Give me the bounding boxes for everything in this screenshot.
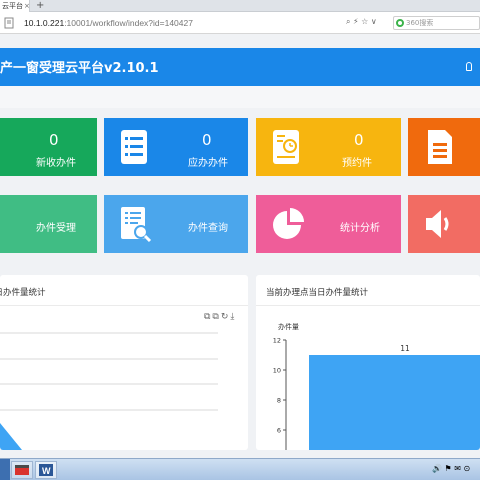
sub-bar: [0, 86, 480, 108]
search-input[interactable]: 360搜索: [393, 16, 480, 30]
tile-appointment[interactable]: 0 预约件: [256, 118, 401, 176]
tile-query[interactable]: 办件查询: [104, 195, 248, 253]
screen: 云平台 × + 10.1.0.221:10001/workflow/index?…: [0, 0, 480, 480]
taskbar-app-1[interactable]: [11, 461, 33, 479]
svg-text:W: W: [42, 466, 51, 476]
address-bar-icons[interactable]: ⌕ ⚡ ☆ ∨: [346, 17, 377, 27]
tile-statistics[interactable]: 统计分析: [256, 195, 401, 253]
tile-label: 应办办件: [188, 158, 228, 169]
tile-count: 0: [354, 131, 364, 149]
panel-site-daily-count: 当前办理点当日办件量统计 办件量 121086411: [256, 275, 480, 450]
browser-tab[interactable]: 云平台 ×: [0, 0, 30, 12]
url-field[interactable]: 10.1.0.221:10001/workflow/index?id=14042…: [24, 17, 193, 29]
panel-title: 当日办件量统计: [0, 288, 46, 298]
document-clock-icon: [273, 130, 299, 164]
app-title: 移动产一窗受理云平台v2.10.1: [0, 61, 159, 76]
bar-chart: 办件量 121086411: [273, 322, 480, 450]
tile-accept[interactable]: 办件受理: [0, 195, 97, 253]
left-chart-area: [0, 332, 218, 450]
browser-tab-strip: 云平台 × +: [0, 0, 480, 12]
bar[interactable]: [309, 355, 480, 450]
system-tray[interactable]: 🔊 ⚑ ✉ ⊙: [432, 464, 470, 473]
app-header: 移动产一窗受理云平台v2.10.1: [0, 48, 480, 86]
y-axis-label: 办件量: [278, 322, 299, 331]
tile-label: 办件查询: [188, 223, 228, 234]
document-search-icon: [121, 207, 152, 243]
bar-value-label: 11: [400, 344, 410, 353]
close-tab-icon[interactable]: ×: [24, 0, 29, 12]
speaker-icon: [426, 210, 449, 238]
word-app-icon: W: [39, 464, 53, 476]
tile-label: 预约件: [342, 158, 372, 169]
tile-orange[interactable]: [408, 118, 480, 176]
address-bar: 10.1.0.221:10001/workflow/index?id=14042…: [0, 12, 480, 34]
chart-toolbox-icons[interactable]: ⧉⧉↻⤓: [204, 312, 236, 322]
tile-label: 新收办件: [36, 158, 76, 169]
panel-daily-count: 当日办件量统计: [0, 275, 248, 450]
new-tab-button[interactable]: +: [36, 0, 44, 12]
panel-title: 当前办理点当日办件量统计: [266, 288, 369, 298]
url-host: 10.1.0.221: [24, 18, 65, 28]
y-tick-label: 8: [277, 397, 281, 405]
taskbar: W 🔊 ⚑ ✉ ⊙: [0, 458, 480, 480]
y-tick-label: 6: [277, 427, 281, 435]
tile-should-handle[interactable]: 0 应办办件: [104, 118, 248, 176]
partial-series-shape: [0, 423, 22, 450]
tile-label: 办件受理: [36, 223, 76, 234]
y-tick-label: 12: [273, 337, 281, 345]
bell-icon[interactable]: [466, 62, 472, 71]
search-placeholder: 360搜索: [406, 19, 434, 27]
tile-new-received[interactable]: 0 新收办件: [0, 118, 97, 176]
tile-voice[interactable]: [408, 195, 480, 253]
browser-tab-title: 云平台: [2, 2, 23, 10]
tile-count: 0: [202, 131, 212, 149]
360-search-icon: [396, 19, 404, 27]
document-lines-icon: [428, 130, 452, 164]
tile-label: 统计分析: [340, 223, 380, 234]
y-tick-label: 10: [273, 367, 281, 375]
browser-app-icon: [15, 465, 29, 475]
taskbar-app-2[interactable]: W: [35, 461, 57, 479]
list-icon: [121, 130, 147, 164]
start-button[interactable]: [0, 459, 10, 480]
page-icon: [4, 17, 14, 29]
pie-chart-icon: [273, 208, 304, 239]
tile-count: 0: [49, 131, 59, 149]
url-path: :10001/workflow/index?id=140427: [64, 18, 193, 28]
